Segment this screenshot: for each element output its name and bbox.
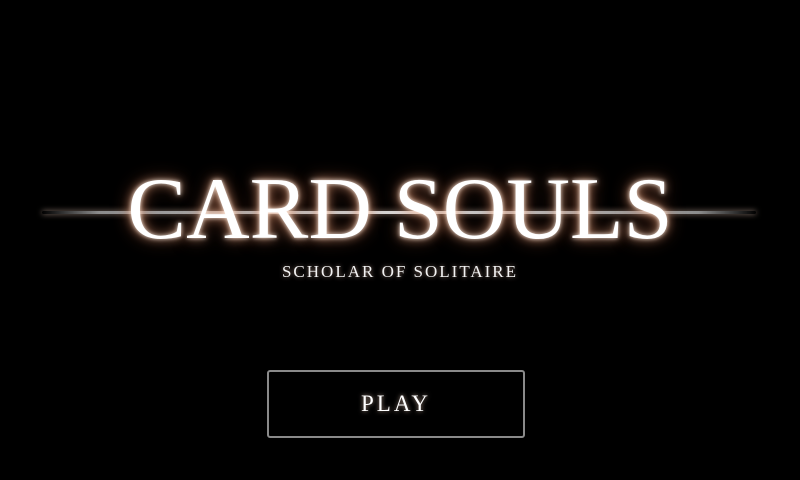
game-title: CARD SOULS <box>127 161 673 258</box>
play-button[interactable]: PLAY <box>267 370 525 438</box>
play-button-label: PLAY <box>361 391 431 416</box>
game-subtitle: SCHOLAR OF SOLITAIRE <box>281 262 519 281</box>
title-screen: CARD SOULS SCHOLAR OF SOLITAIRE PLAY <box>0 0 800 480</box>
